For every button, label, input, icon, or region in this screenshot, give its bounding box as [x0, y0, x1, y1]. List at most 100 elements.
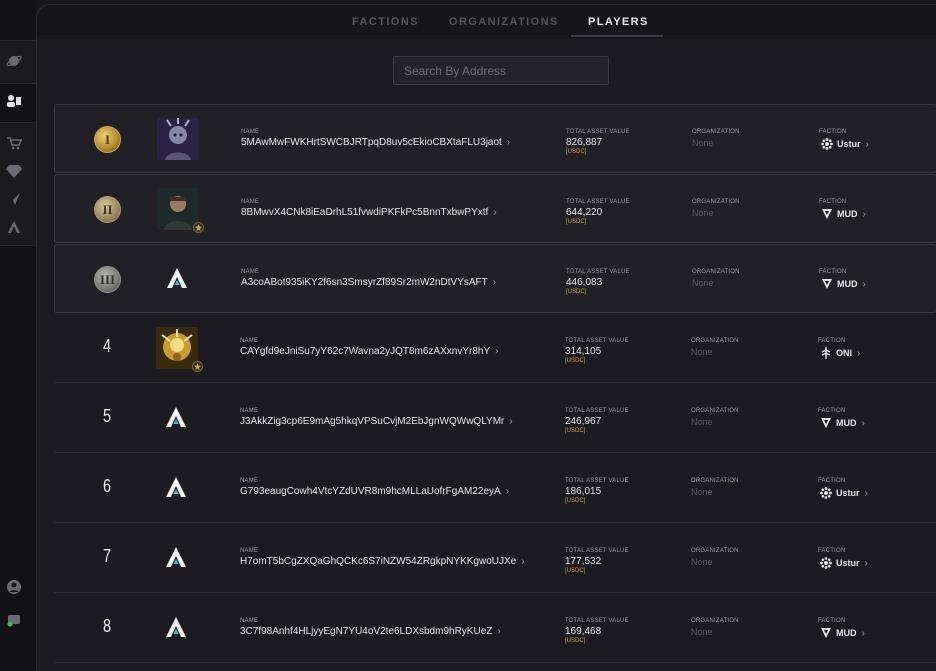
rank-number: 8: [102, 616, 111, 636]
name-label: NAME: [240, 408, 259, 414]
star-badge-icon: [193, 222, 204, 233]
faction-label: FACTION: [818, 408, 846, 414]
rank-medal-icon: II: [94, 196, 121, 223]
player-row[interactable]: 6 NAME G793eaugCowh4VtcYZdUVR8m9hcMLLaUofr…: [54, 454, 936, 523]
app-window: FACTIONS ORGANIZATIONS PLAYERS I NAME 5MAw…: [0, 0, 936, 671]
player-address: 8BMwvX4CNk8iEaDrhL51fvwdiPKFkPc5BnnTxbwP…: [241, 207, 489, 218]
asset-value: 826,887: [566, 137, 603, 148]
organization-label: ORGANIZATION: [691, 478, 739, 484]
rank-medal-icon: III: [94, 266, 121, 293]
organization-label: ORGANIZATION: [691, 548, 739, 554]
tab-players[interactable]: PLAYERS: [588, 16, 649, 28]
player-address-link[interactable]: G793eaugCowh4VtcYZdUVR8m9hcMLLaUofrFgAM2…: [240, 486, 509, 497]
name-label: NAME: [241, 269, 260, 275]
faction-link[interactable]: ONI ›: [820, 347, 860, 359]
mud-icon: [821, 208, 833, 220]
star-atlas-icon[interactable]: [5, 218, 23, 236]
name-label: NAME: [241, 129, 260, 135]
player-address: G793eaugCowh4VtcYZdUVR8m9hcMLLaUofrFgAM2…: [240, 486, 501, 497]
faction-link[interactable]: MUD ›: [821, 208, 866, 220]
organization-label: ORGANIZATION: [692, 269, 740, 275]
currency-unit: [USDC]: [565, 498, 586, 504]
player-address-link[interactable]: H7omT5bCgZXQaGhQCKc6S7iNZW54ZRgkpNYKKgwo…: [240, 556, 525, 567]
player-address-link[interactable]: CAYgfd9eJniSu7yY62c7Wavna2yJQT8m6zAXxnvY…: [240, 346, 498, 357]
star-atlas-logo-icon: [166, 267, 188, 289]
faction-link[interactable]: MUD ›: [821, 278, 866, 290]
faction-label: FACTION: [819, 199, 847, 205]
player-row[interactable]: II NAME 8BMwvX4CNk8iEaDrhL51fvwdiPKFkPc5Bn…: [54, 174, 936, 243]
player-address: 5MAwMwFWKHrtSWCBJRTpqD8uv5cEkioCBXtaFLU3…: [241, 137, 502, 148]
asset-value: 169,468: [565, 626, 602, 637]
faction-link[interactable]: MUD ›: [820, 417, 865, 429]
asset-value: 644,220: [566, 207, 603, 218]
chevron-right-icon: ›: [864, 487, 868, 499]
asset-value: 446,083: [566, 277, 603, 288]
asset-value-label: TOTAL ASSET VALUE: [565, 618, 629, 624]
name-label: NAME: [240, 478, 259, 484]
wallet-icon[interactable]: [5, 610, 23, 628]
player-row[interactable]: III NAME A3coABot935iKY2f6sn3SmsyrZf89Sr2m…: [54, 244, 936, 313]
star-atlas-logo-icon: [165, 476, 187, 498]
asset-value-label: TOTAL ASSET VALUE: [565, 408, 629, 414]
chevron-right-icon: ›: [861, 627, 865, 639]
faction-name: Ustur: [836, 558, 860, 568]
chevron-right-icon: ›: [862, 208, 866, 220]
faction-link[interactable]: MUD ›: [820, 627, 865, 639]
player-row[interactable]: 5 NAME J3AkkZig3cp6E9mAg5hkqVPSuCvjM2EbJgn…: [54, 384, 936, 453]
organization-value: None: [691, 347, 713, 357]
asset-value-label: TOTAL ASSET VALUE: [566, 269, 630, 275]
player-row[interactable]: I NAME 5MAwMwFWKHrtSWCBJRTpqD8uv5cEkioCBXt…: [54, 104, 936, 173]
player-address-link[interactable]: 8BMwvX4CNk8iEaDrhL51fvwdiPKFkPc5BnnTxbwP…: [241, 207, 497, 218]
chevron-right-icon: ›: [857, 347, 861, 359]
chevron-right-icon: ›: [865, 138, 869, 150]
name-label: NAME: [240, 338, 259, 344]
organization-value: None: [692, 278, 714, 288]
organization-value: None: [692, 208, 714, 218]
players-icon[interactable]: [5, 92, 23, 110]
oni-icon: [820, 347, 832, 359]
star-atlas-logo-icon: [165, 616, 187, 638]
chevron-right-icon: ›: [493, 207, 497, 218]
chevron-right-icon: ›: [506, 137, 511, 148]
player-address: H7omT5bCgZXQaGhQCKc6S7iNZW54ZRgkpNYKKgwo…: [240, 556, 517, 567]
faction-name: Ustur: [836, 488, 860, 498]
planet-icon[interactable]: [5, 52, 23, 70]
organization-label: ORGANIZATION: [691, 338, 739, 344]
player-avatar: [157, 118, 199, 160]
player-address: CAYgfd9eJniSu7yY62c7Wavna2yJQT8m6zAXxnvY…: [240, 346, 491, 357]
ustur-icon: [820, 557, 832, 569]
organization-value: None: [691, 417, 713, 427]
name-label: NAME: [240, 618, 259, 624]
search-input[interactable]: [393, 56, 609, 85]
player-address-link[interactable]: A3coABot935iKY2f6sn3SmsyrZf89Sr2mW2nDtVY…: [241, 277, 496, 288]
diamond-icon[interactable]: [5, 162, 23, 180]
account-icon[interactable]: [5, 578, 23, 596]
faction-link[interactable]: Ustur ›: [820, 487, 868, 499]
rank-medal-icon: I: [94, 126, 121, 153]
organization-label: ORGANIZATION: [692, 199, 740, 205]
mud-icon: [820, 627, 832, 639]
cart-icon[interactable]: [5, 134, 23, 152]
faction-link[interactable]: Ustur ›: [821, 138, 869, 150]
rank-number: 6: [102, 476, 111, 496]
player-row[interactable]: 8 NAME 3C7f98Anhf4HLjyyEgN7YU4oV2te6LDXsbd…: [54, 594, 936, 663]
currency-unit: [USDC]: [565, 358, 586, 364]
player-address-link[interactable]: 5MAwMwFWKHrtSWCBJRTpqD8uv5cEkioCBXtaFLU3…: [241, 137, 510, 148]
ship-icon[interactable]: [5, 190, 23, 208]
name-label: NAME: [241, 199, 260, 205]
tab-organizations[interactable]: ORGANIZATIONS: [449, 16, 559, 28]
faction-link[interactable]: Ustur ›: [820, 557, 868, 569]
player-address-link[interactable]: J3AkkZig3cp6E9mAg5hkqVPSuCvjM2EbJgnWQWwQ…: [240, 416, 513, 427]
player-row[interactable]: 7 NAME H7omT5bCgZXQaGhQCKc6S7iNZW54ZRgkpNY…: [54, 524, 936, 593]
player-address-link[interactable]: 3C7f98Anhf4HLjyyEgN7YU4oV2te6LDXsbdm9hRy…: [240, 626, 501, 637]
asset-value-label: TOTAL ASSET VALUE: [565, 548, 629, 554]
chevron-right-icon: ›: [497, 626, 501, 637]
ustur-icon: [821, 138, 833, 150]
faction-name: MUD: [837, 209, 858, 219]
chevron-right-icon: ›: [509, 416, 513, 427]
rank-medal-numeral: III: [99, 271, 116, 287]
chevron-right-icon: ›: [495, 346, 499, 357]
player-row[interactable]: 4 NAME CAYgfd9eJniSu7yY62c7Wavna2yJQT8m6zA…: [54, 314, 936, 383]
asset-value: 177,532: [565, 556, 602, 567]
tab-factions[interactable]: FACTIONS: [352, 16, 419, 28]
